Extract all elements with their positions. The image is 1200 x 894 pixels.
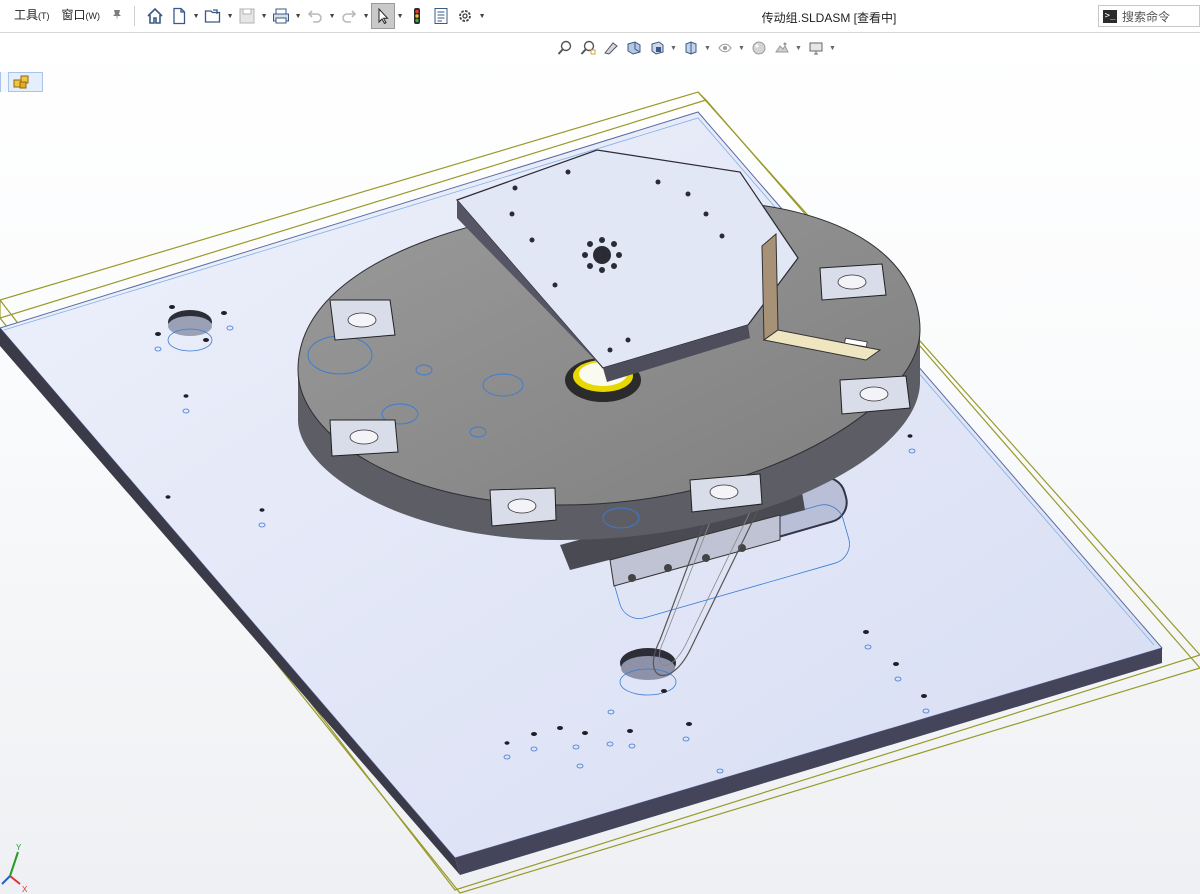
search-command-box[interactable]: >_ 搜索命令 bbox=[1098, 5, 1200, 27]
open-dropdown-icon[interactable]: ▼ bbox=[225, 13, 235, 20]
triad-y-label: Y bbox=[16, 843, 22, 852]
select-dropdown-icon[interactable]: ▼ bbox=[395, 13, 405, 20]
file-properties-icon[interactable] bbox=[429, 3, 453, 29]
view-orientation-dropdown-icon[interactable]: ▼ bbox=[670, 45, 678, 52]
redo-icon[interactable] bbox=[337, 3, 361, 29]
print-icon[interactable] bbox=[269, 3, 293, 29]
select-pointer-icon[interactable] bbox=[371, 3, 396, 29]
title-toolbar: 工具(T) 窗口(W) ▼ ▼ ▼ ▼ ▼ ▼ ▼ ▼ 传动组.SLDASM [… bbox=[0, 0, 1200, 33]
new-dropdown-icon[interactable]: ▼ bbox=[191, 13, 201, 20]
undo-icon[interactable] bbox=[303, 3, 327, 29]
apply-scene-dropdown-icon[interactable]: ▼ bbox=[795, 45, 803, 52]
open-folder-icon[interactable] bbox=[201, 3, 225, 29]
apply-scene-icon[interactable] bbox=[772, 38, 792, 58]
view-settings-icon[interactable] bbox=[806, 38, 826, 58]
toolbar-separator bbox=[134, 6, 136, 26]
heads-up-view-toolbar: ▼ ▼ ▼ ▼ ▼ bbox=[555, 38, 837, 58]
zoom-to-fit-icon[interactable] bbox=[555, 38, 575, 58]
options-gear-icon[interactable] bbox=[453, 3, 477, 29]
reference-triad: Y X bbox=[0, 834, 30, 894]
print-dropdown-icon[interactable]: ▼ bbox=[293, 13, 303, 20]
assembly-model[interactable] bbox=[0, 34, 1200, 894]
zoom-to-area-icon[interactable] bbox=[578, 38, 598, 58]
new-document-icon[interactable] bbox=[167, 3, 191, 29]
edit-appearance-icon[interactable] bbox=[749, 38, 769, 58]
search-placeholder: 搜索命令 bbox=[1122, 9, 1171, 24]
menu-tools-key: (T) bbox=[38, 11, 50, 21]
traffic-light-icon[interactable] bbox=[405, 3, 429, 29]
view-orientation-icon[interactable] bbox=[647, 38, 667, 58]
menu-bar: 工具(T) 窗口(W) bbox=[0, 0, 126, 32]
assembly-icon[interactable] bbox=[9, 73, 33, 91]
home-icon[interactable] bbox=[143, 3, 167, 29]
command-prompt-icon: >_ bbox=[1103, 9, 1117, 23]
display-style-dropdown-icon[interactable]: ▼ bbox=[704, 45, 712, 52]
save-dropdown-icon[interactable]: ▼ bbox=[259, 13, 269, 20]
display-style-icon[interactable] bbox=[681, 38, 701, 58]
menu-window-label: 窗口 bbox=[61, 8, 86, 22]
feature-tree-tab[interactable] bbox=[0, 72, 43, 92]
triad-x-label: X bbox=[22, 885, 28, 894]
view-settings-dropdown-icon[interactable]: ▼ bbox=[829, 45, 837, 52]
section-view-icon[interactable] bbox=[624, 38, 644, 58]
save-icon[interactable] bbox=[235, 3, 259, 29]
menu-window-key: (W) bbox=[85, 11, 101, 21]
options-dropdown-icon[interactable]: ▼ bbox=[477, 13, 487, 20]
graphics-viewport[interactable]: ▼ ▼ ▼ ▼ ▼ Y X bbox=[0, 34, 1200, 894]
hide-show-icon[interactable] bbox=[715, 38, 735, 58]
menu-tools[interactable]: 工具(T) bbox=[8, 0, 56, 33]
undo-dropdown-icon[interactable]: ▼ bbox=[327, 13, 337, 20]
menu-tools-label: 工具 bbox=[14, 8, 39, 22]
pin-icon[interactable] bbox=[108, 9, 126, 24]
hide-show-dropdown-icon[interactable]: ▼ bbox=[738, 45, 746, 52]
previous-view-icon[interactable] bbox=[601, 38, 621, 58]
redo-dropdown-icon[interactable]: ▼ bbox=[361, 13, 371, 20]
menu-window[interactable]: 窗口(W) bbox=[56, 0, 107, 33]
tree-tab-edge bbox=[1, 72, 9, 92]
